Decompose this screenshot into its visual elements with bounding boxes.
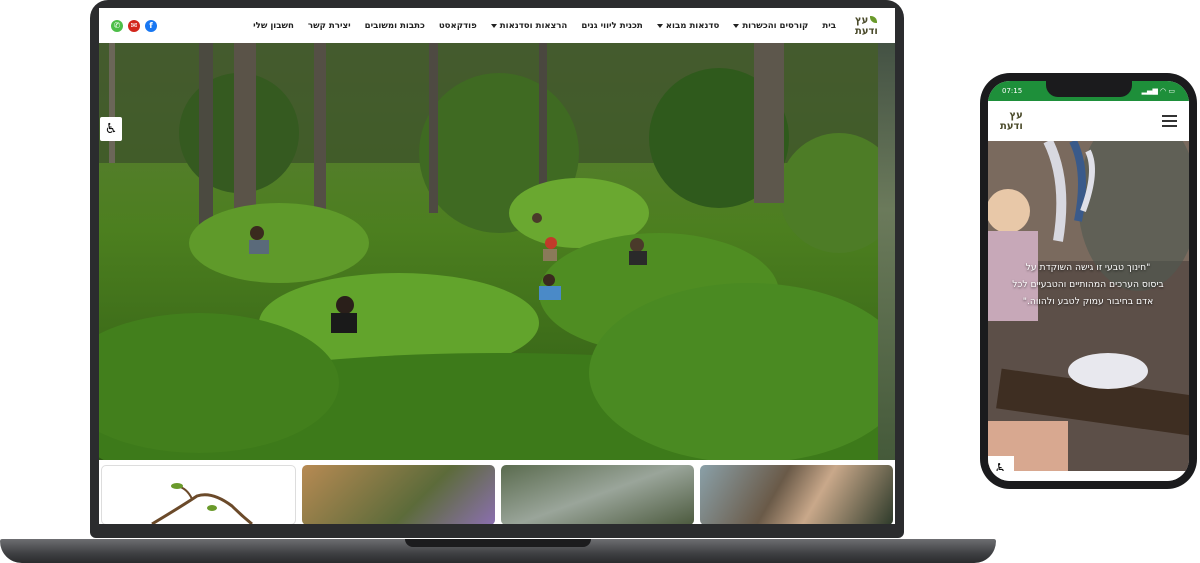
nav-label: הרצאות וסדנאות (499, 20, 568, 31)
quote-line: ביסוס הערכים המהותיים והטבעיים לכל (1012, 279, 1164, 290)
mobile-logo[interactable]: עץ ודעת (1000, 110, 1023, 132)
nav-item-articles[interactable]: כתבות ומשובים (358, 21, 432, 31)
quote-line: אדם בחיבור עמוק לטבע ולהווה." (1022, 296, 1154, 307)
logo-line1: עץ (1009, 110, 1023, 121)
logo-line2: ודעת (855, 25, 878, 37)
logo-line1: עץ (855, 14, 869, 26)
phone-notch (1046, 81, 1132, 97)
phone-frame: 07:15 ▂▄▆ ◠ ▭ עץ ודעת "חינוך טבעי זו גיש… (980, 73, 1197, 489)
thumbnail-crafts[interactable] (700, 465, 893, 524)
nav-item-contact[interactable]: יצירת קשר (301, 21, 358, 31)
device-mockup: עץ ודעת בית קורסים והכשרות סדנאות מבוא ת… (0, 0, 1200, 563)
accessibility-button[interactable]: ♿ (100, 117, 122, 141)
mobile-accessibility-button[interactable]: ♿ (988, 456, 1014, 471)
gallery-thumbnails (99, 460, 895, 524)
nav-label: כתבות ומשובים (364, 20, 425, 31)
nav-label: פודקאסט (438, 20, 477, 31)
nav-item-courses[interactable]: קורסים והכשרות (726, 21, 815, 31)
tree-illustration (151, 483, 253, 524)
nav-label: סדנאות מבוא (665, 20, 720, 31)
status-icons: ▂▄▆ ◠ ▭ (1141, 87, 1175, 95)
hamburger-menu-icon[interactable] (1162, 115, 1177, 127)
nav-label: תכנית ליווי גנים (581, 20, 643, 31)
chevron-down-icon (733, 23, 740, 28)
accessibility-icon: ♿ (994, 460, 1008, 471)
whatsapp-icon[interactable]: ✆ (111, 19, 123, 32)
leaf-icon (870, 15, 878, 23)
social-links: ✆ ✉ f (111, 19, 157, 32)
email-icon[interactable]: ✉ (128, 19, 140, 32)
nav-item-intro-workshops[interactable]: סדנאות מבוא (650, 21, 727, 31)
nav-item-my-account[interactable]: חשבון שלי (246, 21, 301, 31)
laptop-notch (405, 539, 591, 547)
accessibility-icon: ♿ (104, 121, 118, 137)
chevron-down-icon (490, 23, 497, 28)
nav-label: יצירת קשר (307, 20, 351, 31)
facebook-icon[interactable]: f (145, 19, 157, 32)
thumbnail-tree-logo[interactable] (101, 465, 296, 524)
main-nav: בית קורסים והכשרות סדנאות מבוא תכנית ליו… (157, 21, 843, 31)
mobile-hero: "חינוך טבעי זו גישה השוקדת על ביסוס הערכ… (988, 141, 1189, 471)
status-time: 07:15 (1002, 87, 1023, 95)
forest-scene (99, 43, 878, 460)
mobile-header: עץ ודעת (988, 101, 1189, 141)
phone-bottom-strip (988, 471, 1189, 481)
site-logo[interactable]: עץ ודעת (855, 15, 885, 37)
thumbnail-smoke[interactable] (501, 465, 694, 524)
nav-label: קורסים והכשרות (742, 20, 809, 31)
hero-edge-strip (878, 43, 895, 460)
nav-item-podcast[interactable]: פודקאסט (432, 21, 484, 31)
hero-forest-photo: ♿ (99, 43, 878, 460)
nav-label: חשבון שלי (253, 20, 294, 31)
hero-quote: "חינוך טבעי זו גישה השוקדת על ביסוס הערכ… (994, 259, 1182, 310)
laptop-screen: עץ ודעת בית קורסים והכשרות סדנאות מבוא ת… (99, 8, 895, 524)
nav-item-lectures[interactable]: הרצאות וסדנאות (484, 21, 575, 31)
logo-line2: ודעת (1000, 121, 1023, 132)
phone-screen: 07:15 ▂▄▆ ◠ ▭ עץ ודעת "חינוך טבעי זו גיש… (988, 81, 1189, 481)
chevron-down-icon (656, 23, 663, 28)
thumbnail-basket[interactable] (302, 465, 495, 524)
site-header: עץ ודעת בית קורסים והכשרות סדנאות מבוא ת… (99, 8, 895, 43)
nav-item-home[interactable]: בית (815, 21, 843, 31)
nav-item-kindergarten-program[interactable]: תכנית ליווי גנים (574, 21, 649, 31)
quote-line: "חינוך טבעי זו גישה השוקדת על (1025, 262, 1151, 273)
nav-label: בית (822, 20, 836, 31)
